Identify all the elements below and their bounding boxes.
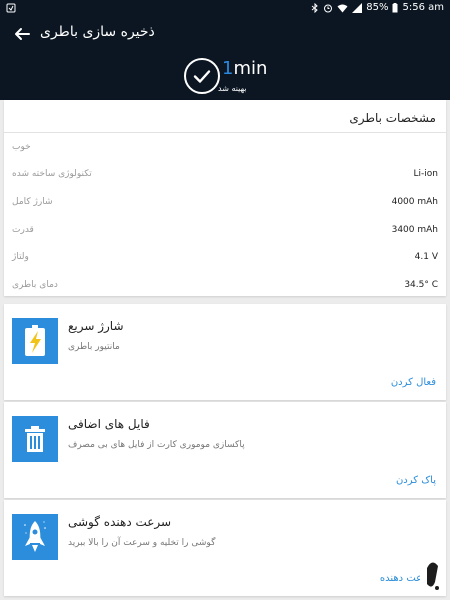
store-watermark-icon [420, 548, 446, 596]
battery-specs-card: مشخصات باطری خوب تکنولوژی ساخته شده Li-i… [4, 100, 446, 296]
battery-icon [392, 2, 398, 12]
spec-value: Li-ion [413, 169, 438, 179]
tool-title: سرعت دهنده گوشی [68, 515, 172, 529]
time-remaining: 1min [222, 58, 267, 79]
fast-charge-card: شارژ سریع مانتیور باطری فعال کردن [4, 304, 446, 400]
spec-label: دمای باطری [12, 280, 58, 290]
spec-value: 3400 mAh [391, 225, 438, 235]
phone-booster-card: سرعت دهنده گوشی گوشی را تخلیه و سرعت آن … [4, 500, 446, 596]
time-value: 1 [222, 58, 234, 79]
spec-label: ولتاژ [12, 252, 29, 262]
notification-icon [6, 3, 16, 13]
activate-button[interactable]: فعال کردن [391, 377, 436, 388]
rocket-icon [12, 514, 58, 560]
trash-icon [12, 416, 58, 462]
tool-title: شارژ سریع [68, 319, 124, 333]
spec-row-full-charge: شارژ کامل 4000 mAh [4, 193, 446, 213]
spec-row-capacity: قدرت 3400 mAh [4, 221, 446, 241]
clean-button[interactable]: پاک کردن [396, 475, 436, 486]
battery-specs-title: مشخصات باطری [349, 111, 436, 125]
alarm-icon [324, 4, 333, 12]
status-bar: 85% 5:56 am [0, 0, 450, 16]
wifi-icon [337, 4, 348, 12]
tool-description: گوشی را تخلیه و سرعت آن را بالا ببرید [68, 538, 216, 548]
tool-description: پاکسازی موموری کارت از فایل های بی مصرف [68, 440, 245, 450]
lightning-battery-icon [12, 318, 58, 364]
app-bar: ذخیره سازی باطری 1min بهینه شد [0, 16, 450, 100]
spec-label: تکنولوژی ساخته شده [12, 169, 92, 179]
spec-value: 34.5° C [404, 280, 438, 290]
spec-value: 4000 mAh [391, 197, 438, 207]
done-check-icon [184, 58, 220, 94]
signal-icon [352, 2, 363, 13]
spec-row-voltage: ولتاژ 4.1 V [4, 248, 446, 268]
optimized-label: بهینه شد [218, 84, 247, 93]
spec-label: قدرت [12, 225, 34, 235]
spec-row-technology: تکنولوژی ساخته شده Li-ion [4, 165, 446, 185]
spec-row-temperature: دمای باطری 34.5° C [4, 276, 446, 296]
tool-title: فایل های اضافی [68, 417, 150, 431]
bluetooth-icon [311, 2, 318, 13]
back-arrow-icon[interactable] [10, 22, 34, 46]
spec-value: 4.1 V [414, 252, 438, 262]
spec-label: شارژ کامل [12, 197, 53, 207]
status-time: 5:56 am [402, 2, 444, 13]
time-unit: min [233, 58, 268, 79]
spec-label: خوب [12, 142, 31, 152]
page-title: ذخیره سازی باطری [40, 24, 155, 40]
tool-description: مانتیور باطری [68, 342, 120, 352]
junk-files-card: فایل های اضافی پاکسازی موموری کارت از فا… [4, 402, 446, 498]
divider [4, 132, 446, 133]
battery-percent: 85% [366, 2, 389, 13]
spec-row-health: خوب [4, 138, 446, 158]
